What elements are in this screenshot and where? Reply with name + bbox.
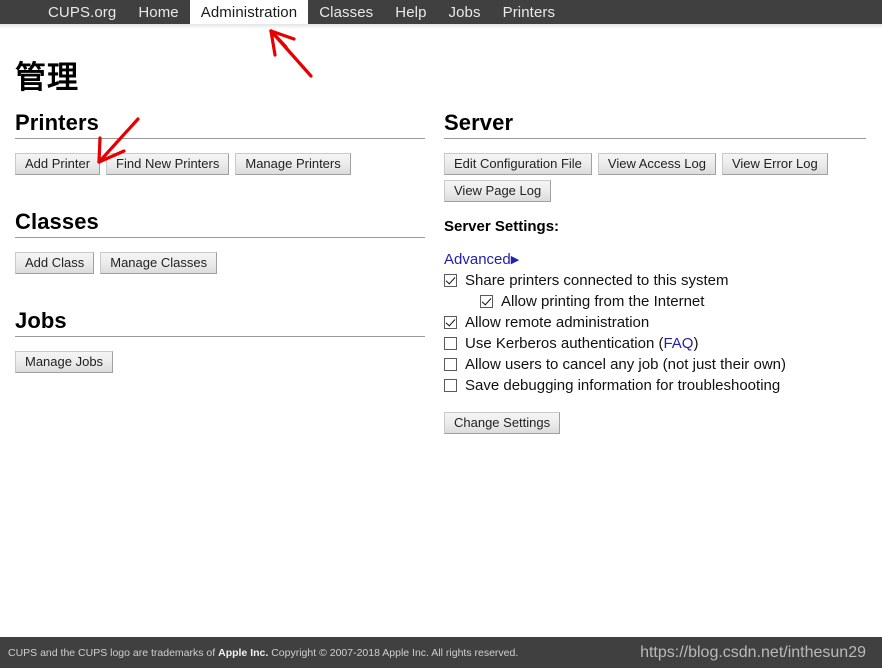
- printers-button-row: Add Printer Find New Printers Manage Pri…: [15, 152, 425, 175]
- left-column: Printers Add Printer Find New Printers M…: [15, 110, 425, 373]
- server-settings-options: Share printers connected to this system …: [444, 271, 866, 396]
- option-share-printers[interactable]: Share printers connected to this system: [444, 271, 866, 291]
- page-title: 管理: [15, 59, 79, 95]
- checkbox-share-printers[interactable]: [444, 273, 457, 287]
- option-label: Allow users to cancel any job (not just …: [465, 355, 786, 373]
- jobs-heading: Jobs: [15, 307, 67, 333]
- nav-item-jobs[interactable]: Jobs: [438, 0, 492, 24]
- checkbox-allow-remote-administration[interactable]: [444, 315, 457, 329]
- nav-shadow-divider: [0, 24, 882, 29]
- printers-heading: Printers: [15, 110, 99, 135]
- option-label: Save debugging information for troublesh…: [465, 376, 781, 394]
- nav-item-administration[interactable]: Administration: [189, 0, 309, 24]
- option-label: Share printers connected to this system: [465, 271, 729, 289]
- checkbox-save-debugging-information[interactable]: [444, 378, 457, 392]
- server-divider: [444, 137, 866, 139]
- edit-configuration-file-button[interactable]: Edit Configuration File: [444, 152, 592, 175]
- jobs-section: Jobs Manage Jobs: [15, 308, 425, 373]
- add-printer-button[interactable]: Add Printer: [15, 152, 101, 175]
- classes-heading: Classes: [15, 208, 99, 234]
- watermark-url: https://blog.csdn.net/inthesun29: [640, 643, 866, 661]
- change-settings-button[interactable]: Change Settings: [444, 411, 561, 434]
- classes-section: Classes Add Class Manage Classes: [15, 209, 425, 274]
- server-settings-section: Server Settings: Advanced▶ Share printer…: [444, 218, 866, 434]
- triangle-right-icon: ▶: [510, 253, 520, 266]
- footer-copyright: CUPS and the CUPS logo are trademarks of…: [8, 647, 518, 659]
- option-save-debugging-information[interactable]: Save debugging information for troublesh…: [444, 376, 866, 396]
- nav-item-help[interactable]: Help: [384, 0, 437, 24]
- footer-text-after: Copyright © 2007-2018 Apple Inc. All rig…: [268, 646, 519, 659]
- option-label: Allow remote administration: [465, 313, 650, 331]
- checkbox-allow-internet-printing[interactable]: [480, 294, 493, 308]
- server-section: Server Edit Configuration File View Acce…: [444, 110, 866, 202]
- nav-item-cups-org[interactable]: CUPS.org: [37, 0, 127, 24]
- main-navigation: CUPS.org Home Administration Classes Hel…: [0, 0, 882, 24]
- footer-text-bold: Apple Inc.: [218, 646, 269, 659]
- manage-classes-button[interactable]: Manage Classes: [100, 251, 218, 274]
- right-column: Server Edit Configuration File View Acce…: [444, 110, 866, 434]
- printers-section: Printers Add Printer Find New Printers M…: [15, 110, 425, 175]
- add-class-button[interactable]: Add Class: [15, 251, 95, 274]
- classes-button-row: Add Class Manage Classes: [15, 251, 425, 274]
- option-allow-internet-printing[interactable]: Allow printing from the Internet: [444, 292, 866, 312]
- faq-link[interactable]: FAQ: [663, 334, 693, 354]
- advanced-toggle-link[interactable]: Advanced▶: [444, 251, 519, 268]
- view-error-log-button[interactable]: View Error Log: [721, 152, 828, 175]
- classes-divider: [15, 236, 425, 238]
- server-button-row: Edit Configuration File View Access Log …: [444, 152, 866, 202]
- manage-printers-button[interactable]: Manage Printers: [235, 152, 351, 175]
- nav-item-classes[interactable]: Classes: [308, 0, 384, 24]
- jobs-divider: [15, 335, 425, 337]
- checkbox-use-kerberos[interactable]: [444, 336, 457, 350]
- nav-item-printers[interactable]: Printers: [492, 0, 566, 24]
- nav-item-home[interactable]: Home: [127, 0, 189, 24]
- server-settings-label: Server Settings:: [444, 217, 560, 235]
- view-access-log-button[interactable]: View Access Log: [597, 152, 716, 175]
- checkbox-allow-cancel-any-job[interactable]: [444, 357, 457, 371]
- option-use-kerberos[interactable]: Use Kerberos authentication (FAQ): [444, 334, 866, 354]
- option-label: Use Kerberos authentication (: [465, 334, 664, 352]
- option-label: Allow printing from the Internet: [501, 292, 705, 310]
- page-footer: CUPS and the CUPS logo are trademarks of…: [0, 637, 882, 668]
- server-heading: Server: [444, 110, 514, 135]
- jobs-button-row: Manage Jobs: [15, 350, 425, 373]
- find-new-printers-button[interactable]: Find New Printers: [106, 152, 230, 175]
- option-label-suffix: ): [693, 334, 699, 352]
- annotation-arrow-administration: [269, 29, 313, 78]
- view-page-log-button[interactable]: View Page Log: [444, 179, 552, 202]
- footer-text-before: CUPS and the CUPS logo are trademarks of: [8, 646, 219, 659]
- printers-divider: [15, 137, 425, 139]
- manage-jobs-button[interactable]: Manage Jobs: [15, 350, 114, 373]
- change-settings-row: Change Settings: [444, 411, 866, 434]
- advanced-label: Advanced: [444, 250, 511, 268]
- option-allow-cancel-any-job[interactable]: Allow users to cancel any job (not just …: [444, 355, 866, 375]
- option-allow-remote-administration[interactable]: Allow remote administration: [444, 313, 866, 333]
